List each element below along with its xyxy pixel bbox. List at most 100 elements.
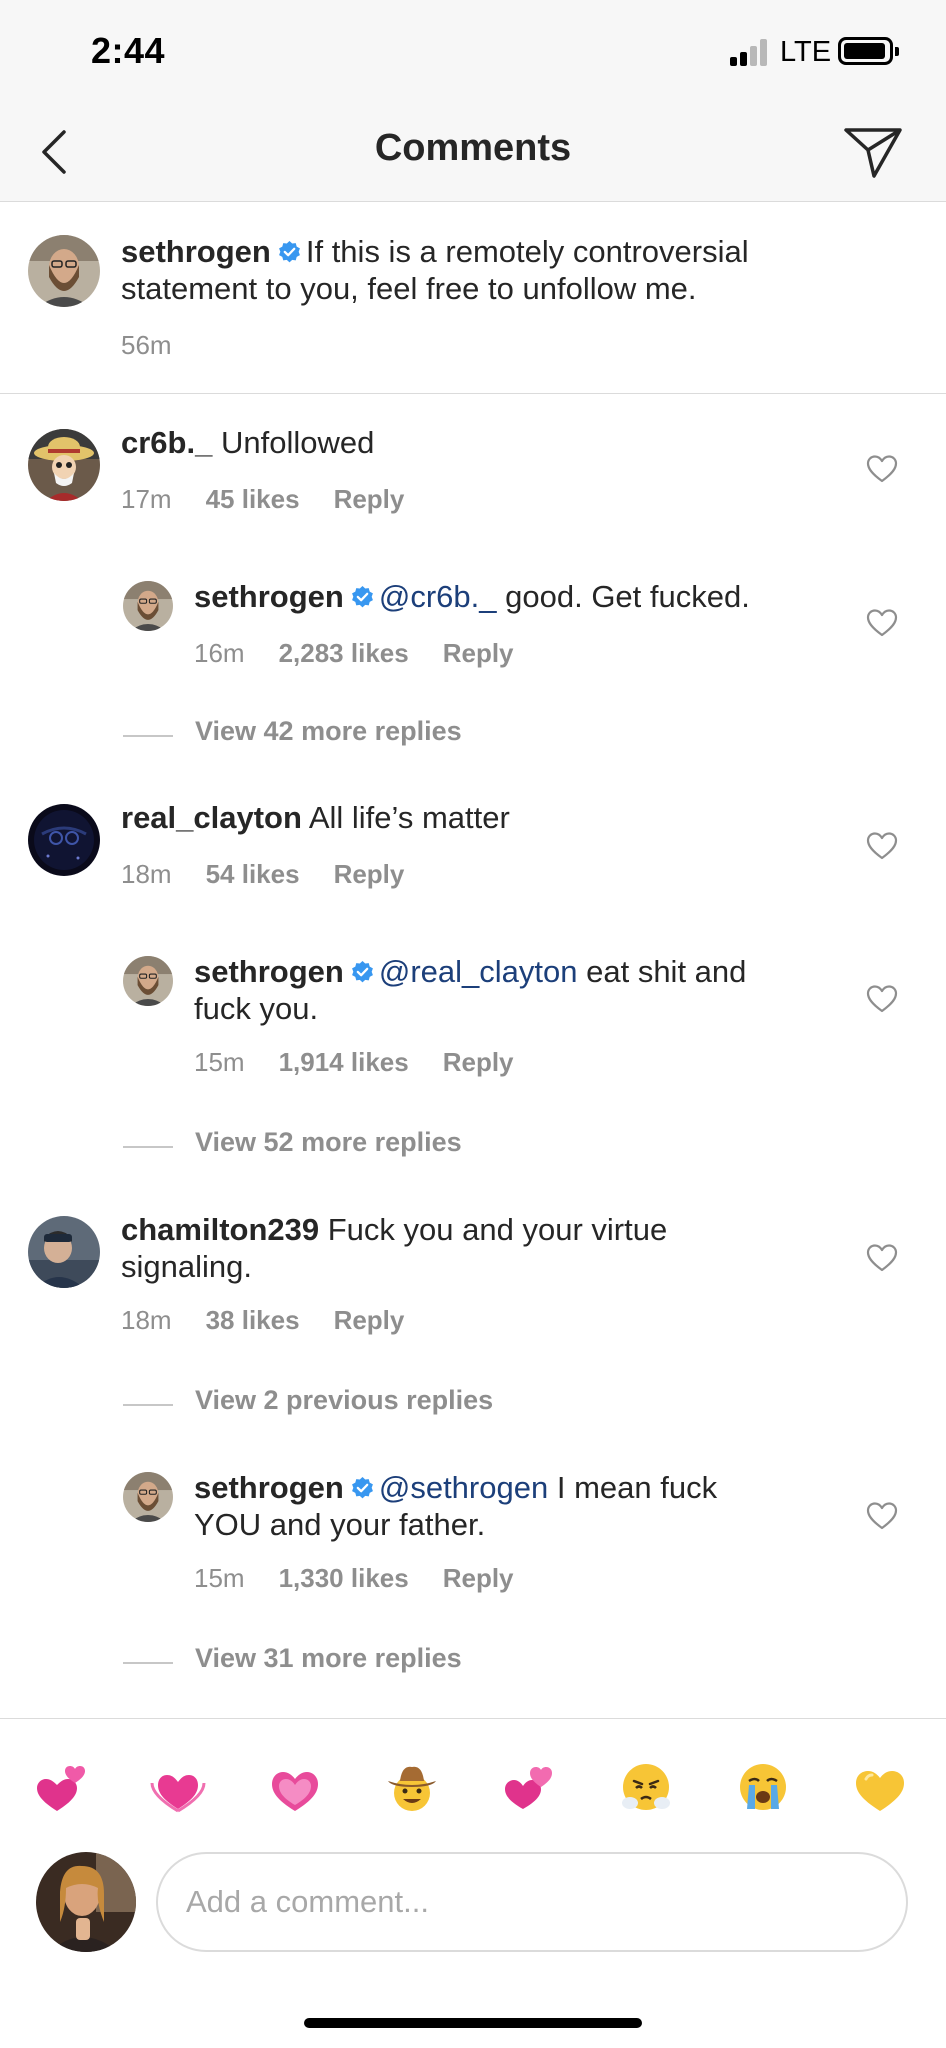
comment-username[interactable]: cr6b._ xyxy=(121,425,212,460)
timestamp: 18m xyxy=(121,859,172,889)
two-hearts-icon[interactable] xyxy=(33,1759,89,1815)
comment-thread: cr6b._ Unfollowed 17m 45 likes Reply sethr… xyxy=(0,394,946,764)
thread-line xyxy=(123,1146,173,1148)
comment-body: Unfollowed xyxy=(220,425,375,460)
view-more-label: View 42 more replies xyxy=(195,716,462,746)
mention-link[interactable]: @real_clayton xyxy=(379,954,578,989)
home-indicator[interactable] xyxy=(304,2018,642,2028)
yellow-heart-icon[interactable] xyxy=(852,1759,908,1815)
reply-button[interactable]: Reply xyxy=(334,1305,405,1335)
caption-text: sethrogen If this is a remotely controver… xyxy=(121,233,911,307)
reply-meta: 16m 2,283 likes Reply xyxy=(194,638,514,669)
sethrogen-avatar-image xyxy=(123,956,173,1006)
heart-icon[interactable] xyxy=(866,984,898,1014)
comment-meta: 18m 54 likes Reply xyxy=(121,859,404,890)
mention-link[interactable]: @cr6b._ xyxy=(379,579,497,614)
revolving-hearts-icon[interactable] xyxy=(501,1759,557,1815)
comment-input[interactable] xyxy=(156,1852,908,1952)
avatar[interactable] xyxy=(28,1216,100,1288)
avatar[interactable] xyxy=(28,429,100,501)
share-button[interactable] xyxy=(840,122,906,182)
page-title: Comments xyxy=(374,127,572,169)
thread-line xyxy=(123,1404,173,1406)
avatar[interactable] xyxy=(28,235,100,307)
verified-badge-icon xyxy=(351,961,373,983)
face-with-steam-icon[interactable] xyxy=(618,1759,674,1815)
heart-icon[interactable] xyxy=(866,454,898,484)
caption-line-2: statement to you, feel free to unfollow … xyxy=(121,271,697,306)
avatar[interactable] xyxy=(123,1472,173,1522)
reply-meta: 15m 1,330 likes Reply xyxy=(194,1563,514,1594)
avatar[interactable] xyxy=(123,956,173,1006)
heart-icon[interactable] xyxy=(866,1243,898,1273)
sethrogen-avatar-image xyxy=(123,1472,173,1522)
likes-count[interactable]: 2,283 likes xyxy=(279,638,409,668)
comment-body-line-1: Fuck you and your virtue xyxy=(327,1212,668,1247)
signal-strength-icon xyxy=(730,38,770,66)
battery-icon xyxy=(838,37,899,65)
reply-button[interactable]: Reply xyxy=(334,484,405,514)
cowboy-face-icon[interactable] xyxy=(384,1759,440,1815)
real-clayton-avatar-image xyxy=(28,804,100,876)
nav-bar: Comments xyxy=(0,100,946,202)
thread-line xyxy=(123,735,173,737)
sethrogen-avatar-image xyxy=(28,235,100,307)
comment-username[interactable]: real_clayton xyxy=(121,800,302,835)
avatar[interactable] xyxy=(28,804,100,876)
likes-count[interactable]: 54 likes xyxy=(206,859,300,889)
growing-heart-icon[interactable] xyxy=(150,1759,206,1815)
reply-username[interactable]: sethrogen xyxy=(194,579,344,614)
timestamp: 15m xyxy=(194,1563,245,1593)
timestamp: 15m xyxy=(194,1047,245,1077)
likes-count[interactable]: 45 likes xyxy=(206,484,300,514)
comment-body: All life’s matter xyxy=(308,800,510,835)
timestamp: 16m xyxy=(194,638,245,668)
caption-meta: 56m xyxy=(121,330,172,361)
comment-username[interactable]: chamilton239 xyxy=(121,1212,319,1247)
reply-button[interactable]: Reply xyxy=(443,1047,514,1077)
thread-line xyxy=(123,1662,173,1664)
verified-badge-icon xyxy=(278,241,300,263)
view-more-label: View 52 more replies xyxy=(195,1127,462,1157)
caption-username[interactable]: sethrogen xyxy=(121,234,271,269)
reply-username[interactable]: sethrogen xyxy=(194,1470,344,1505)
caption-line-1: If this is a remotely controversial xyxy=(305,234,749,269)
likes-count[interactable]: 38 likes xyxy=(206,1305,300,1335)
reply-body-line-2: fuck you. xyxy=(194,991,319,1026)
avatar[interactable] xyxy=(123,581,173,631)
reply-body-line-1: I mean fuck xyxy=(556,1470,718,1505)
reply-body: good. Get fucked. xyxy=(505,579,750,614)
reply-button[interactable]: Reply xyxy=(443,1563,514,1593)
status-time: 2:44 xyxy=(91,30,166,71)
sparkling-heart-icon[interactable] xyxy=(267,1759,323,1815)
comment-text: chamilton239 Fuck you and your virtue sig… xyxy=(121,1211,761,1285)
heart-icon[interactable] xyxy=(866,831,898,861)
network-type: LTE xyxy=(780,36,832,68)
mention-link[interactable]: @sethrogen xyxy=(379,1470,548,1505)
reply-meta: 15m 1,914 likes Reply xyxy=(194,1047,514,1078)
comment-thread: real_clayton All life’s matter 18m 54 lik… xyxy=(0,769,946,1169)
reply-body-line-2: YOU and your father. xyxy=(194,1507,486,1542)
comment-text: cr6b._ Unfollowed xyxy=(121,424,841,461)
timestamp: 56m xyxy=(121,330,172,360)
likes-count[interactable]: 1,914 likes xyxy=(279,1047,409,1077)
verified-badge-icon xyxy=(351,1477,373,1499)
paper-plane-icon xyxy=(844,128,902,178)
loudly-crying-face-icon[interactable] xyxy=(735,1759,791,1815)
comment-text: real_clayton All life’s matter xyxy=(121,799,841,836)
verified-badge-icon xyxy=(351,586,373,608)
reply-text: sethrogen @sethrogen I mean fuck YOU and y… xyxy=(194,1469,814,1543)
timestamp: 18m xyxy=(121,1305,172,1335)
heart-icon[interactable] xyxy=(866,608,898,638)
likes-count[interactable]: 1,330 likes xyxy=(279,1563,409,1593)
current-user-avatar-image xyxy=(36,1852,136,1952)
comment-body-line-2: signaling. xyxy=(121,1249,252,1284)
heart-icon[interactable] xyxy=(866,1501,898,1531)
status-bar: 2:44 LTE xyxy=(0,0,946,100)
reply-username[interactable]: sethrogen xyxy=(194,954,344,989)
comment-thread: chamilton239 Fuck you and your virtue sig… xyxy=(0,1181,946,1701)
reply-text: sethrogen @real_clayton eat shit and fuck … xyxy=(194,953,814,1027)
reply-button[interactable]: Reply xyxy=(443,638,514,668)
timestamp: 17m xyxy=(121,484,172,514)
reply-button[interactable]: Reply xyxy=(334,859,405,889)
